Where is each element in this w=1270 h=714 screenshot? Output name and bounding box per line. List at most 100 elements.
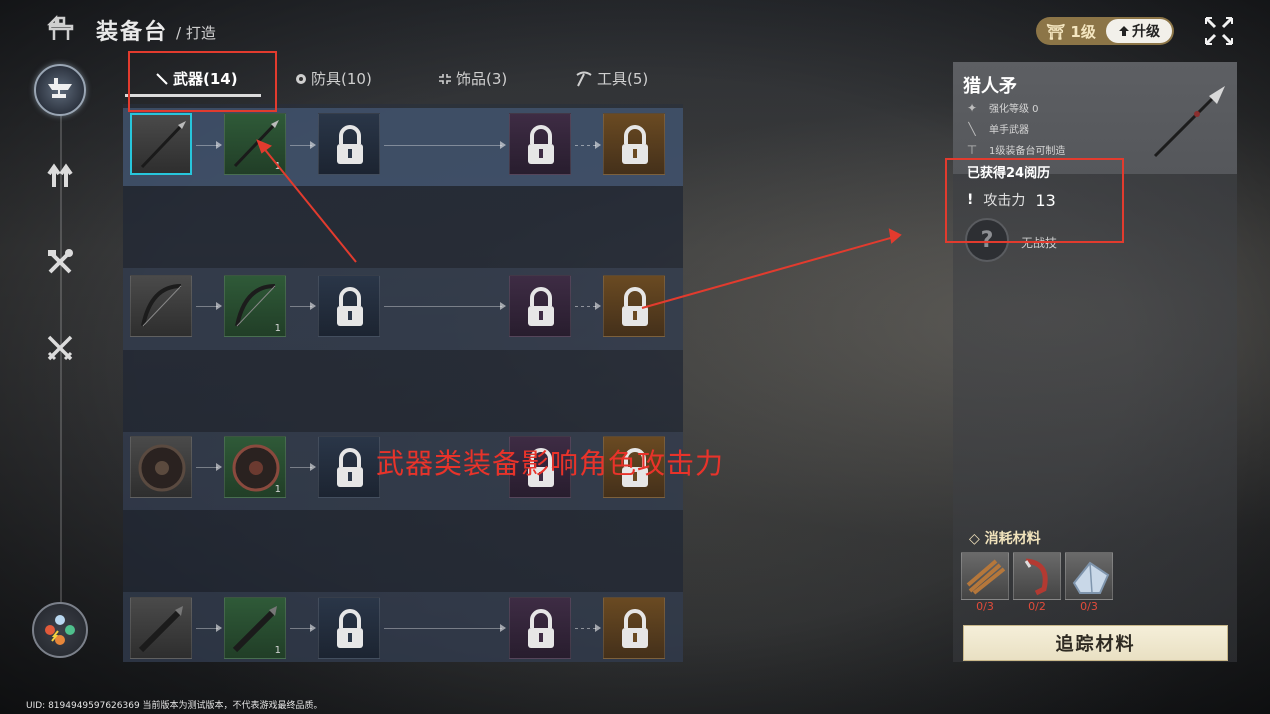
item-attr-text: 单手武器 <box>989 125 1029 136</box>
tier-connector-dashed <box>575 306 597 307</box>
material-slot-wood[interactable] <box>961 552 1009 600</box>
spear-icon <box>140 121 186 169</box>
close-button[interactable] <box>1202 14 1236 48</box>
sidebar-item-forge[interactable] <box>34 64 86 116</box>
item-spear-preview-icon <box>1153 86 1225 158</box>
sidebar-item-combat[interactable] <box>34 322 86 374</box>
annotation-note: 武器类装备影响角色攻击力 <box>376 447 725 480</box>
upgrade-label: 升级 <box>1132 24 1160 40</box>
tier-slot-uncommon[interactable]: 1 <box>224 113 286 175</box>
forge-anvil-icon <box>48 78 72 98</box>
page-title: 装备台 <box>96 20 169 45</box>
tier-arrow <box>310 624 316 632</box>
tab-tools[interactable]: 工具(5) <box>575 68 648 89</box>
tier-slot-common[interactable] <box>130 597 192 659</box>
materials-title-text: 消耗材料 <box>984 531 1041 547</box>
tier-slot-uncommon[interactable]: 1 <box>224 436 286 498</box>
tier-slot-common[interactable] <box>130 113 192 175</box>
tier-connector <box>384 628 502 629</box>
owned-count: 1 <box>274 645 281 656</box>
uid-footer: UID: 8194949597626369 当前版本为测试版本，不代表游戏最终品… <box>26 701 323 711</box>
crystal-icon <box>1072 561 1110 594</box>
tier-arrow <box>310 463 316 471</box>
item-attr-text: 强化等级 0 <box>989 104 1039 115</box>
horn-icon <box>1024 558 1048 596</box>
sword-icon: ╲ <box>968 121 976 136</box>
tier-slot-rare-locked[interactable] <box>318 113 380 175</box>
tier-arrow <box>216 302 222 310</box>
owned-count: 1 <box>274 161 281 172</box>
tier-connector <box>384 145 502 146</box>
pickaxe-icon <box>576 71 592 86</box>
tier-slot-common[interactable] <box>130 436 192 498</box>
item-detail-panel: 猎人矛 ✦ 强化等级 0 ╲ 单手武器 ⊤ 1级装备台可制造 已获得24阅历 !… <box>953 62 1237 662</box>
tier-slot-uncommon[interactable]: 1 <box>224 275 286 337</box>
material-slot-crystal[interactable] <box>1065 552 1113 600</box>
diamond-icon: ◇ <box>969 531 980 547</box>
tier-arrow <box>500 302 506 310</box>
tier-slot-common[interactable] <box>130 275 192 337</box>
tier-arrow <box>216 463 222 471</box>
tier-arrow <box>595 624 601 632</box>
tier-connector <box>196 467 218 468</box>
tier-slot-legendary-locked[interactable] <box>603 597 665 659</box>
sidebar-item-tools[interactable] <box>34 236 86 288</box>
lock-icon <box>337 448 363 487</box>
item-attr-type: ╲ 单手武器 <box>965 121 1029 137</box>
tab-armor[interactable]: 防具(10) <box>295 68 372 89</box>
tier-connector-dashed <box>575 628 597 629</box>
upgrade-arrows-icon <box>47 163 73 187</box>
workbench-mini-icon: ⛩ <box>1046 22 1066 41</box>
tier-arrow <box>595 141 601 149</box>
tier-slot-legendary-locked[interactable] <box>603 275 665 337</box>
materials-title: ◇ 消耗材料 <box>969 528 1041 548</box>
tier-connector <box>196 145 218 146</box>
row-spacer <box>123 350 683 432</box>
wood-icon <box>966 559 1006 595</box>
sidebar-item-upgrade[interactable] <box>34 150 86 202</box>
tier-connector <box>196 306 218 307</box>
lock-icon <box>528 287 554 326</box>
greatsword-icon <box>138 606 183 653</box>
upgrade-button[interactable]: 升级 <box>1106 19 1172 43</box>
item-attr-text: 1级装备台可制造 <box>989 146 1066 157</box>
row-spacer <box>123 510 683 592</box>
tier-slot-epic-locked[interactable] <box>509 275 571 337</box>
material-count: 0/2 <box>1028 600 1046 613</box>
material-slot-horn[interactable] <box>1013 552 1061 600</box>
breadcrumb-subtitle: / 打造 <box>176 24 216 42</box>
ornament-icon <box>439 73 451 84</box>
sparkle-icon: ✦ <box>966 100 978 115</box>
tier-arrow <box>216 141 222 149</box>
tier-arrow <box>500 141 506 149</box>
workbench-level-badge: ⛩ 1级 升级 <box>1036 17 1174 45</box>
item-attr-enhance: ✦ 强化等级 0 <box>965 100 1039 116</box>
owned-count: 1 <box>274 323 281 334</box>
track-materials-button[interactable]: 追踪材料 <box>963 625 1228 661</box>
tier-slot-uncommon[interactable]: 1 <box>224 597 286 659</box>
crafting-grid <box>123 104 683 662</box>
anvil-icon: ⊤ <box>966 142 978 157</box>
row-spacer <box>123 186 683 268</box>
tier-slot-legendary-locked[interactable] <box>603 113 665 175</box>
tier-slot-rare-locked[interactable] <box>318 597 380 659</box>
item-name: 猎人矛 <box>963 76 1017 97</box>
tier-slot-rare-locked[interactable] <box>318 275 380 337</box>
sidebar-item-elements[interactable] <box>32 602 88 658</box>
lock-icon <box>528 125 554 164</box>
tab-accessories[interactable]: 饰品(3) <box>438 68 507 89</box>
elements-icon <box>45 615 75 645</box>
lock-icon <box>337 287 363 326</box>
item-attr-requirement: ⊤ 1级装备台可制造 <box>965 142 1066 158</box>
tab-tools-label: 工具(5) <box>597 70 649 88</box>
tier-slot-epic-locked[interactable] <box>509 597 571 659</box>
material-count: 0/3 <box>976 600 994 613</box>
round-shield-icon <box>138 444 186 492</box>
tier-slot-epic-locked[interactable] <box>509 113 571 175</box>
lock-icon <box>528 609 554 648</box>
crossed-swords-icon <box>47 335 73 361</box>
tab-accessories-label: 饰品(3) <box>456 70 508 88</box>
tier-slot-rare-locked[interactable] <box>318 436 380 498</box>
tier-arrow <box>216 624 222 632</box>
arrow-up-icon <box>1119 26 1129 36</box>
